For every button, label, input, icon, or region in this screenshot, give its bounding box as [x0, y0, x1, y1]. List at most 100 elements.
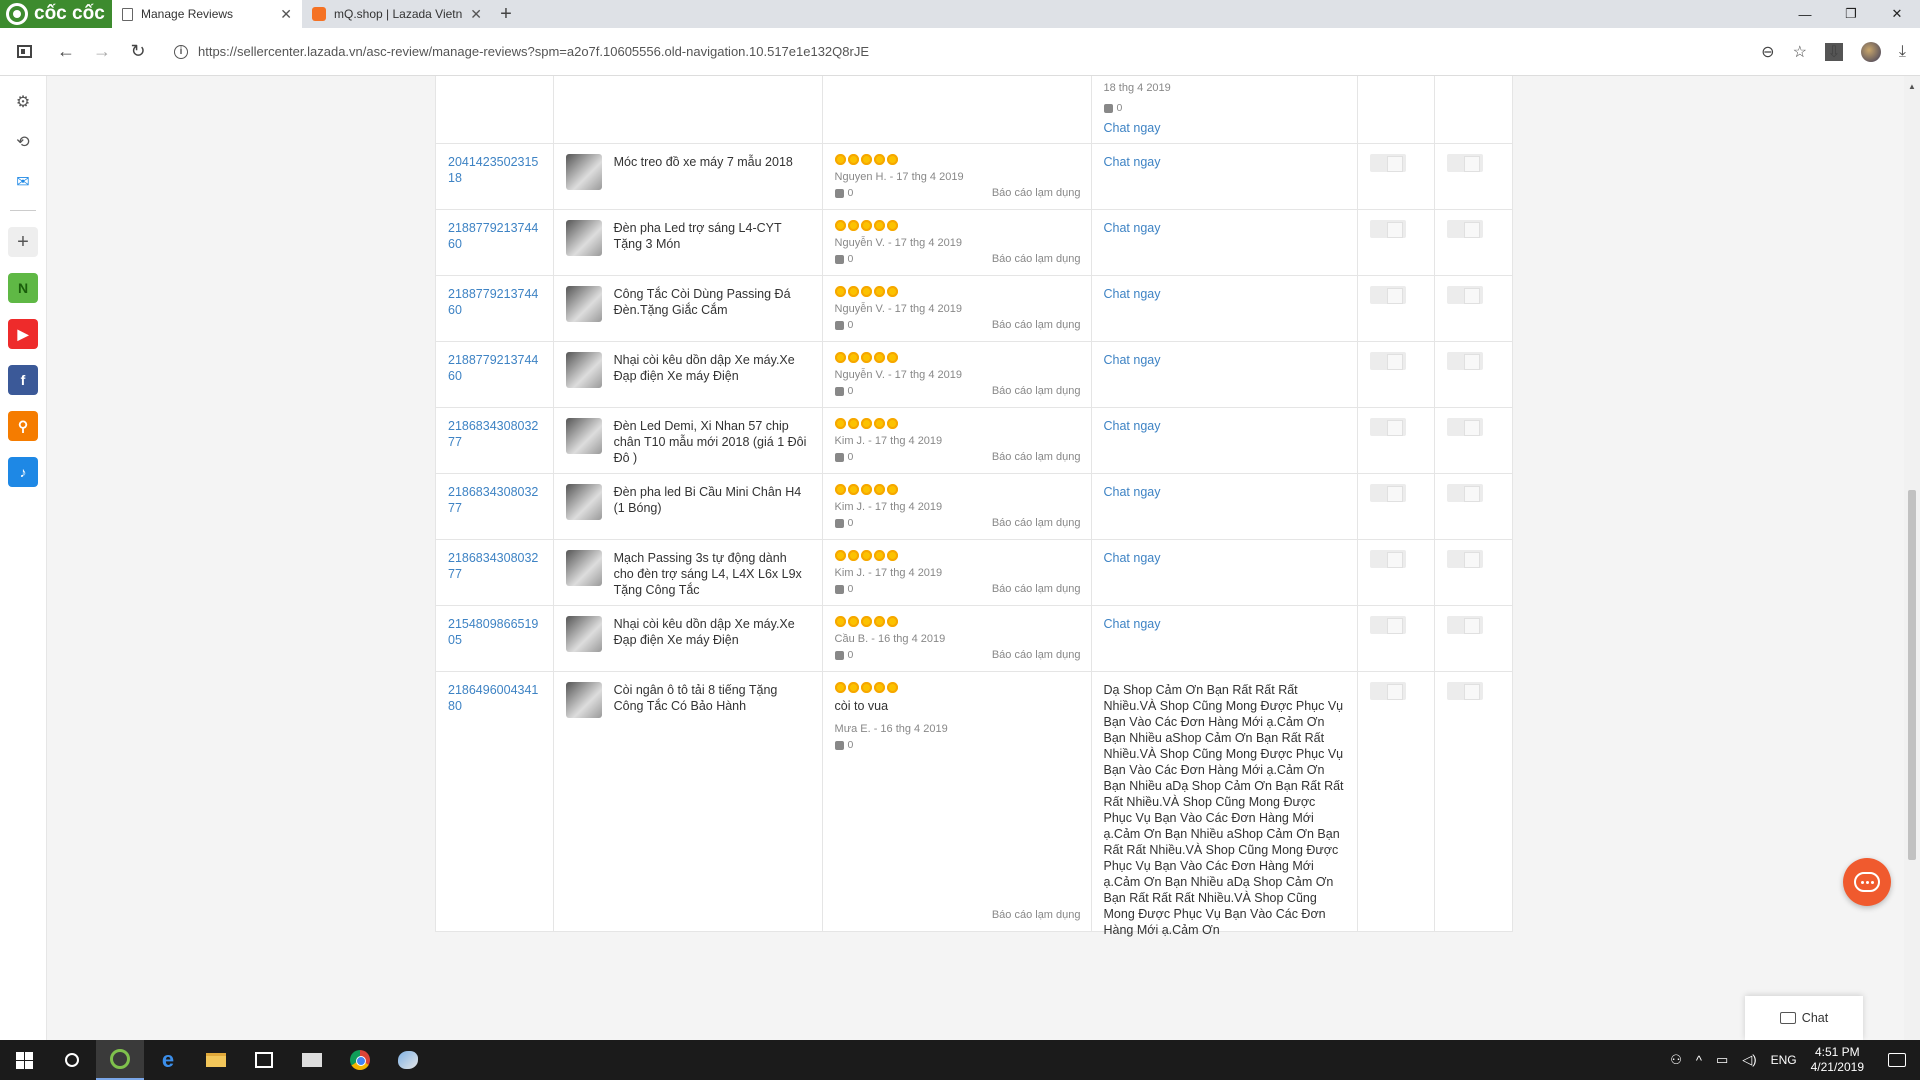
- chat-now-link[interactable]: Chat ngay: [1104, 616, 1346, 632]
- publish-toggle[interactable]: [1370, 484, 1407, 502]
- pin-toggle[interactable]: [1447, 352, 1484, 370]
- order-id-link[interactable]: 218877921374460: [436, 276, 554, 341]
- like-count[interactable]: 0: [834, 739, 1079, 751]
- news-tile[interactable]: N: [8, 273, 38, 303]
- report-abuse-link[interactable]: Báo cáo lạm dụng: [992, 909, 1081, 921]
- download-icon[interactable]: ⤓: [1899, 43, 1906, 61]
- chat-now-link[interactable]: Chat ngay: [1104, 352, 1346, 368]
- product-thumbnail[interactable]: [565, 616, 602, 652]
- floating-chat-button[interactable]: [1843, 858, 1891, 906]
- pin-toggle[interactable]: [1447, 682, 1484, 700]
- chat-now-link[interactable]: Chat ngay: [1104, 550, 1346, 566]
- report-abuse-link[interactable]: Báo cáo lạm dụng: [992, 583, 1081, 595]
- product-thumbnail[interactable]: [565, 286, 602, 322]
- chat-now-link[interactable]: Chat ngay: [1104, 286, 1346, 302]
- forward-icon[interactable]: →: [84, 41, 120, 62]
- taskbar-edge[interactable]: e: [144, 1040, 192, 1080]
- history-icon[interactable]: ⟲: [11, 130, 35, 154]
- address-bar[interactable]: i https://sellercenter.lazada.vn/asc-rev…: [166, 35, 1646, 69]
- language-indicator[interactable]: ENG: [1771, 1053, 1797, 1067]
- search-icon[interactable]: ⚲: [8, 411, 38, 441]
- sidebar-toggle[interactable]: [0, 45, 48, 58]
- gear-icon[interactable]: ⚙: [11, 90, 35, 114]
- scroll-up-icon[interactable]: ▲: [1908, 82, 1916, 91]
- order-id-link[interactable]: 218649600434180: [436, 672, 554, 931]
- taskbar-mail[interactable]: [288, 1040, 336, 1080]
- order-id-link[interactable]: 218877921374460: [436, 342, 554, 407]
- new-tab-button[interactable]: +: [492, 0, 520, 28]
- close-icon[interactable]: ✕: [470, 6, 482, 23]
- chevron-up-icon[interactable]: ^: [1696, 1053, 1702, 1068]
- product-thumbnail[interactable]: [565, 682, 602, 718]
- network-icon[interactable]: ▭: [1716, 1052, 1728, 1068]
- facebook-icon[interactable]: f: [8, 365, 38, 395]
- window-close-icon[interactable]: ✕: [1874, 0, 1920, 28]
- people-icon[interactable]: ⚇: [1670, 1052, 1682, 1068]
- profile-avatar[interactable]: [1860, 41, 1881, 62]
- product-thumbnail[interactable]: [565, 154, 602, 190]
- download-manager-icon[interactable]: ⇩: [1824, 42, 1843, 61]
- maximize-icon[interactable]: ❐: [1828, 0, 1874, 28]
- music-icon[interactable]: ♪: [8, 457, 38, 487]
- chat-now-link[interactable]: Chat ngay: [1104, 220, 1346, 236]
- scroll-thumb[interactable]: [1908, 490, 1916, 860]
- reload-icon[interactable]: ↻: [120, 41, 156, 62]
- back-icon[interactable]: ←: [48, 41, 84, 62]
- order-id-link[interactable]: 204142350231518: [436, 144, 554, 209]
- notification-icon[interactable]: [1888, 1053, 1906, 1067]
- chat-now-link[interactable]: Chat ngay: [1104, 120, 1346, 136]
- report-abuse-link[interactable]: Báo cáo lạm dụng: [992, 451, 1081, 463]
- product-thumbnail[interactable]: [565, 550, 602, 586]
- publish-toggle[interactable]: [1370, 418, 1407, 436]
- publish-toggle[interactable]: [1370, 154, 1407, 172]
- zoom-out-icon[interactable]: ⊖: [1761, 42, 1774, 62]
- add-icon[interactable]: +: [8, 227, 38, 257]
- volume-icon[interactable]: ◁): [1742, 1052, 1756, 1068]
- browser-brand[interactable]: cốc cốc: [0, 0, 112, 28]
- chat-now-link[interactable]: Chat ngay: [1104, 418, 1346, 434]
- pin-toggle[interactable]: [1447, 616, 1484, 634]
- publish-toggle[interactable]: [1370, 550, 1407, 568]
- taskbar-coccoc[interactable]: [96, 1040, 144, 1080]
- pin-toggle[interactable]: [1447, 220, 1484, 238]
- pin-toggle[interactable]: [1447, 484, 1484, 502]
- product-thumbnail[interactable]: [565, 418, 602, 454]
- bookmark-star-icon[interactable]: ☆: [1793, 42, 1807, 62]
- taskbar-explorer[interactable]: [192, 1040, 240, 1080]
- publish-toggle[interactable]: [1370, 352, 1407, 370]
- like-count[interactable]: 0: [1103, 100, 1346, 116]
- page-scrollbar[interactable]: ▲: [1904, 76, 1920, 1040]
- youtube-icon[interactable]: ▶: [8, 319, 38, 349]
- publish-toggle[interactable]: [1370, 616, 1407, 634]
- order-id-link[interactable]: 218683430803277: [436, 540, 554, 605]
- taskbar-store[interactable]: [240, 1040, 288, 1080]
- order-id-link[interactable]: 218683430803277: [436, 408, 554, 473]
- order-id-link[interactable]: 218683430803277: [436, 474, 554, 539]
- chat-now-link[interactable]: Chat ngay: [1104, 484, 1346, 500]
- report-abuse-link[interactable]: Báo cáo lạm dụng: [992, 649, 1081, 661]
- tab-mq-shop[interactable]: mQ.shop | Lazada Vietnam ✕: [302, 0, 492, 28]
- report-abuse-link[interactable]: Báo cáo lạm dụng: [992, 385, 1081, 397]
- order-id-link[interactable]: 215480986651905: [436, 606, 554, 671]
- product-thumbnail[interactable]: [565, 352, 602, 388]
- publish-toggle[interactable]: [1370, 286, 1407, 304]
- close-icon[interactable]: ✕: [280, 6, 292, 23]
- chat-widget[interactable]: Chat: [1745, 996, 1863, 1040]
- report-abuse-link[interactable]: Báo cáo lạm dụng: [992, 187, 1081, 199]
- info-icon[interactable]: i: [174, 44, 188, 59]
- publish-toggle[interactable]: [1370, 682, 1407, 700]
- taskbar-chrome[interactable]: [336, 1040, 384, 1080]
- product-thumbnail[interactable]: [565, 484, 602, 520]
- pin-toggle[interactable]: [1447, 418, 1484, 436]
- product-thumbnail[interactable]: [565, 220, 602, 256]
- pin-toggle[interactable]: [1447, 286, 1484, 304]
- minimize-icon[interactable]: —: [1782, 0, 1828, 28]
- clock[interactable]: 4:51 PM 4/21/2019: [1811, 1045, 1864, 1075]
- search-button[interactable]: [48, 1040, 96, 1080]
- report-abuse-link[interactable]: Báo cáo lạm dụng: [992, 319, 1081, 331]
- pin-toggle[interactable]: [1447, 154, 1484, 172]
- report-abuse-link[interactable]: Báo cáo lạm dụng: [992, 253, 1081, 265]
- report-abuse-link[interactable]: Báo cáo lạm dụng: [992, 517, 1081, 529]
- publish-toggle[interactable]: [1370, 220, 1407, 238]
- tab-manage-reviews[interactable]: Manage Reviews ✕: [112, 0, 302, 28]
